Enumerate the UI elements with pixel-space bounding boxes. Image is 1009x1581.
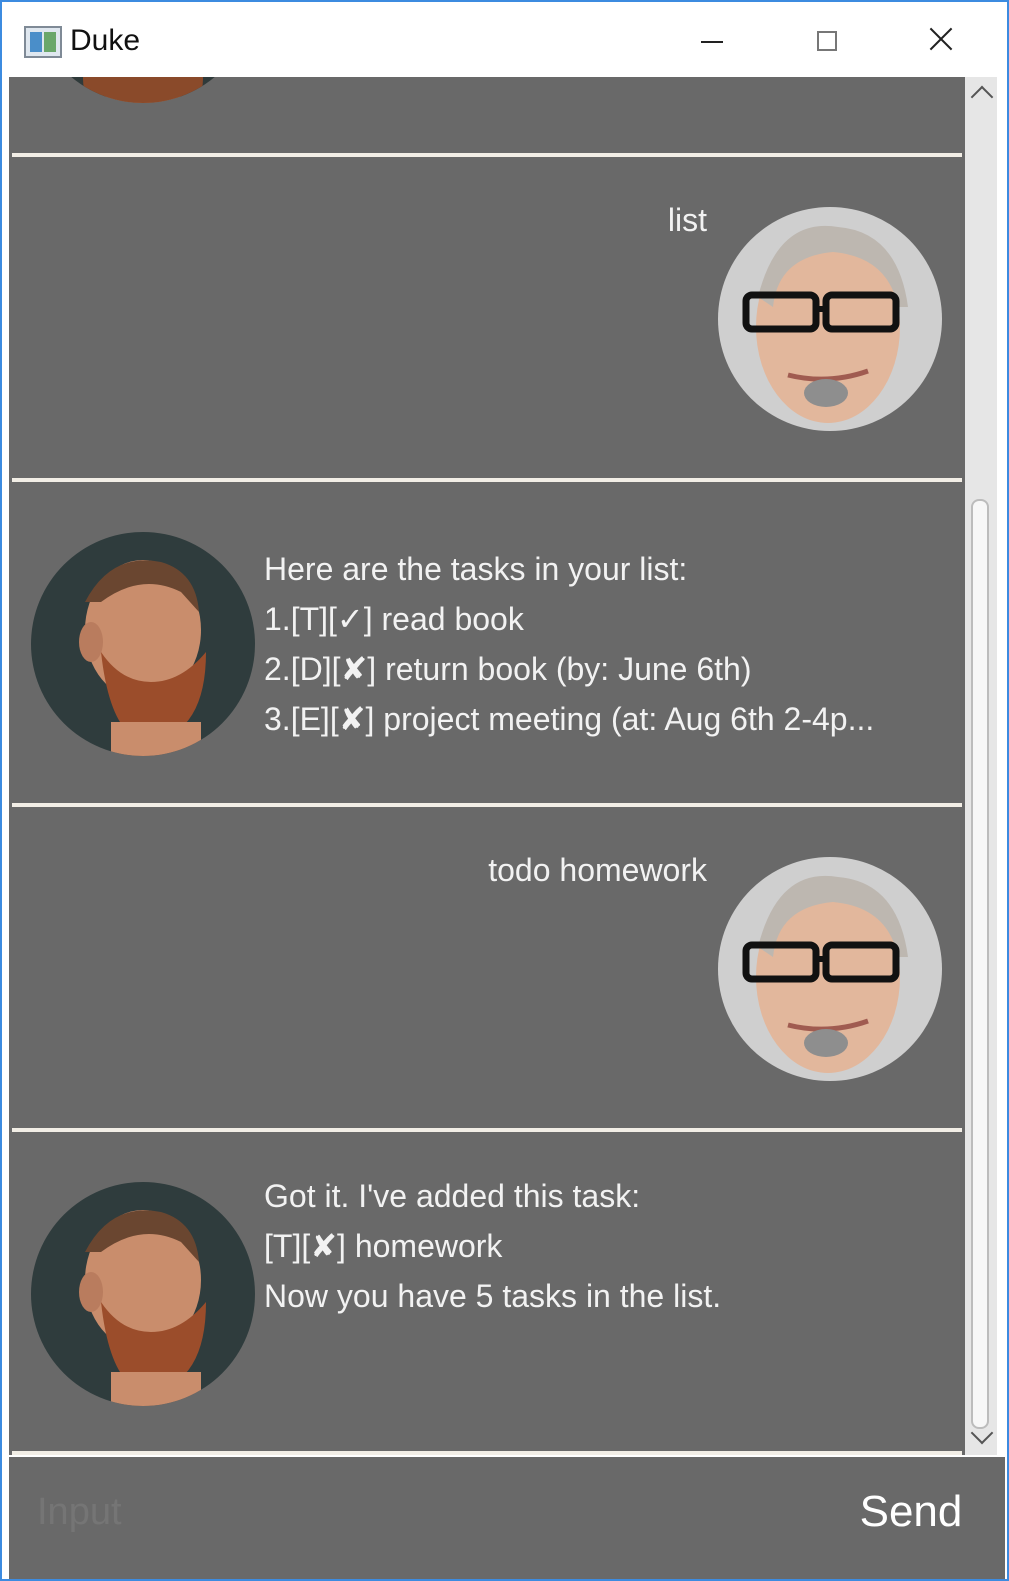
duke-avatar: [31, 532, 255, 756]
duke-message-line: 2.[D][✘] return book (by: June 6th): [264, 651, 752, 687]
duke-avatar: [31, 77, 255, 103]
message-divider: [12, 803, 962, 807]
message-divider: [12, 153, 962, 157]
duke-message: Got it. I've added this task: [T][✘] hom…: [264, 1171, 721, 1321]
duke-message-line: 1.[T][✓] read book: [264, 601, 524, 637]
title-bar: Duke: [2, 2, 1007, 76]
app-window: Duke list Here are the tasks in your lis…: [0, 0, 1009, 1581]
duke-message-line: Now you have 5 tasks in the list.: [264, 1278, 722, 1314]
window-title: Duke: [70, 24, 141, 57]
input-bar: Send: [9, 1457, 1005, 1579]
duke-avatar: [31, 1182, 255, 1406]
user-avatar: [718, 207, 942, 431]
app-icon: [24, 26, 62, 58]
user-avatar: [718, 857, 942, 1081]
duke-message-line: Got it. I've added this task:: [264, 1178, 641, 1214]
send-button[interactable]: Send: [817, 1457, 1005, 1567]
message-divider: [12, 478, 962, 482]
dialog-container[interactable]: list Here are the tasks in your list: 1.…: [9, 77, 965, 1455]
close-button[interactable]: [910, 16, 970, 62]
duke-message-line: [T][✘] homework: [264, 1228, 503, 1264]
user-input-field[interactable]: [9, 1457, 817, 1567]
duke-message-line: 3.[E][✘] project meeting (at: Aug 6th 2-…: [264, 701, 875, 737]
maximize-button[interactable]: [796, 16, 856, 62]
message-divider: [12, 1128, 962, 1132]
message-divider: [12, 1451, 962, 1455]
duke-message-line: Here are the tasks in your list:: [264, 551, 688, 587]
user-message: list: [667, 202, 707, 238]
user-message: todo homework: [488, 852, 707, 888]
scrollbar-thumb[interactable]: [971, 499, 989, 1429]
duke-message: Here are the tasks in your list: 1.[T][✓…: [264, 544, 874, 744]
minimize-button[interactable]: [682, 16, 742, 62]
vertical-scrollbar[interactable]: [965, 77, 997, 1455]
scroll-up-icon[interactable]: [970, 85, 994, 109]
